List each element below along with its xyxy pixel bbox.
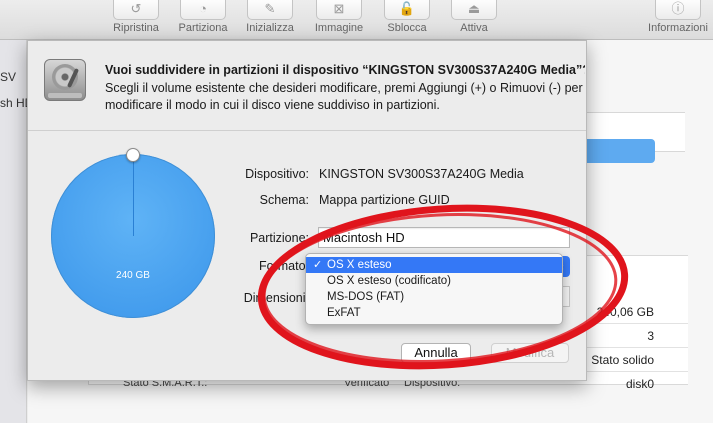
menu-item-label: MS-DOS (FAT) xyxy=(327,291,405,303)
format-menu: ✓ OS X esteso OS X esteso (codificato) M… xyxy=(305,253,563,325)
info-label: Informazioni xyxy=(648,22,708,34)
erase-label: Inizializza xyxy=(246,22,294,34)
pie-size-label: 240 GB xyxy=(116,270,150,281)
image-label: Immagine xyxy=(314,22,364,34)
restore-icon: ↺ xyxy=(113,0,159,20)
format-option-osx-extended[interactable]: ✓ OS X esteso xyxy=(306,257,562,273)
format-label: Formato: xyxy=(258,259,309,273)
device-label: Dispositivo: xyxy=(245,167,309,181)
restore-button[interactable]: ↺ Ripristina xyxy=(103,0,169,40)
erase-button[interactable]: ✎ Inizializza xyxy=(237,0,303,40)
format-option-msdos[interactable]: MS-DOS (FAT) xyxy=(306,289,562,305)
type-value: Stato solido xyxy=(591,353,654,367)
sheet-divider xyxy=(28,130,586,131)
partitions-value: 3 xyxy=(647,329,654,343)
scheme-value: Mappa partizione GUID xyxy=(319,193,450,207)
info-icon: ⓘ xyxy=(655,0,701,20)
image-button[interactable]: ⊠ Immagine xyxy=(306,0,372,40)
apply-button[interactable]: Modifica xyxy=(491,343,569,363)
unlock-label: Sblocca xyxy=(387,22,427,34)
menu-item-label: OS X esteso xyxy=(327,259,392,271)
format-option-exfat[interactable]: ExFAT xyxy=(306,305,562,321)
hard-disk-icon xyxy=(44,59,86,101)
menu-item-label: ExFAT xyxy=(327,307,361,319)
pie-resize-handle[interactable] xyxy=(126,148,140,162)
partition-icon: ◔ xyxy=(180,0,226,20)
disk-base xyxy=(48,93,82,98)
info-button[interactable]: ⓘ Informazioni xyxy=(643,0,713,40)
cancel-button[interactable]: Annulla xyxy=(401,343,471,363)
size-label: Dimensioni: xyxy=(243,291,309,305)
partition-name-input[interactable]: Macintosh HD xyxy=(318,227,570,248)
mount-label: Attiva xyxy=(460,22,488,34)
partition-sheet: Vuoi suddividere in partizioni il dispos… xyxy=(27,40,587,381)
sidebar: SV sh HD xyxy=(0,40,33,423)
mount-button[interactable]: ⏏ Attiva xyxy=(441,0,507,40)
capacity-value: 240,06 GB xyxy=(596,305,654,319)
usage-bar xyxy=(587,139,655,163)
unlock-button[interactable]: 🔓 Sblocca xyxy=(374,0,440,40)
sheet-title: Vuoi suddividere in partizioni il dispos… xyxy=(105,63,585,77)
device-value: KINGSTON SV300S37A240G Media xyxy=(319,167,524,181)
format-option-osx-encrypted[interactable]: OS X esteso (codificato) xyxy=(306,273,562,289)
partition-name-label: Partizione: xyxy=(249,231,309,245)
erase-icon: ✎ xyxy=(247,0,293,20)
sheet-header: Vuoi suddividere in partizioni il dispos… xyxy=(28,41,586,131)
restore-label: Ripristina xyxy=(113,22,159,34)
unlock-icon: 🔓 xyxy=(384,0,430,20)
scheme-label: Schema: xyxy=(259,193,309,207)
partition-label: Partiziona xyxy=(178,22,228,34)
checkmark-icon: ✓ xyxy=(313,259,323,271)
toolbar: ↺ Ripristina ◔ Partiziona ✎ Inizializza … xyxy=(0,0,713,40)
mount-icon: ⏏ xyxy=(451,0,497,20)
image-icon: ⊠ xyxy=(316,0,362,20)
menu-item-label: OS X esteso (codificato) xyxy=(327,275,451,287)
partition-button[interactable]: ◔ Partiziona xyxy=(170,0,236,40)
pie-divider-line xyxy=(133,154,134,236)
sidebar-item-disk[interactable]: SV xyxy=(0,70,16,84)
sheet-description: Scegli il volume esistente che desideri … xyxy=(105,81,583,112)
device-id-value: disk0 xyxy=(625,377,654,391)
